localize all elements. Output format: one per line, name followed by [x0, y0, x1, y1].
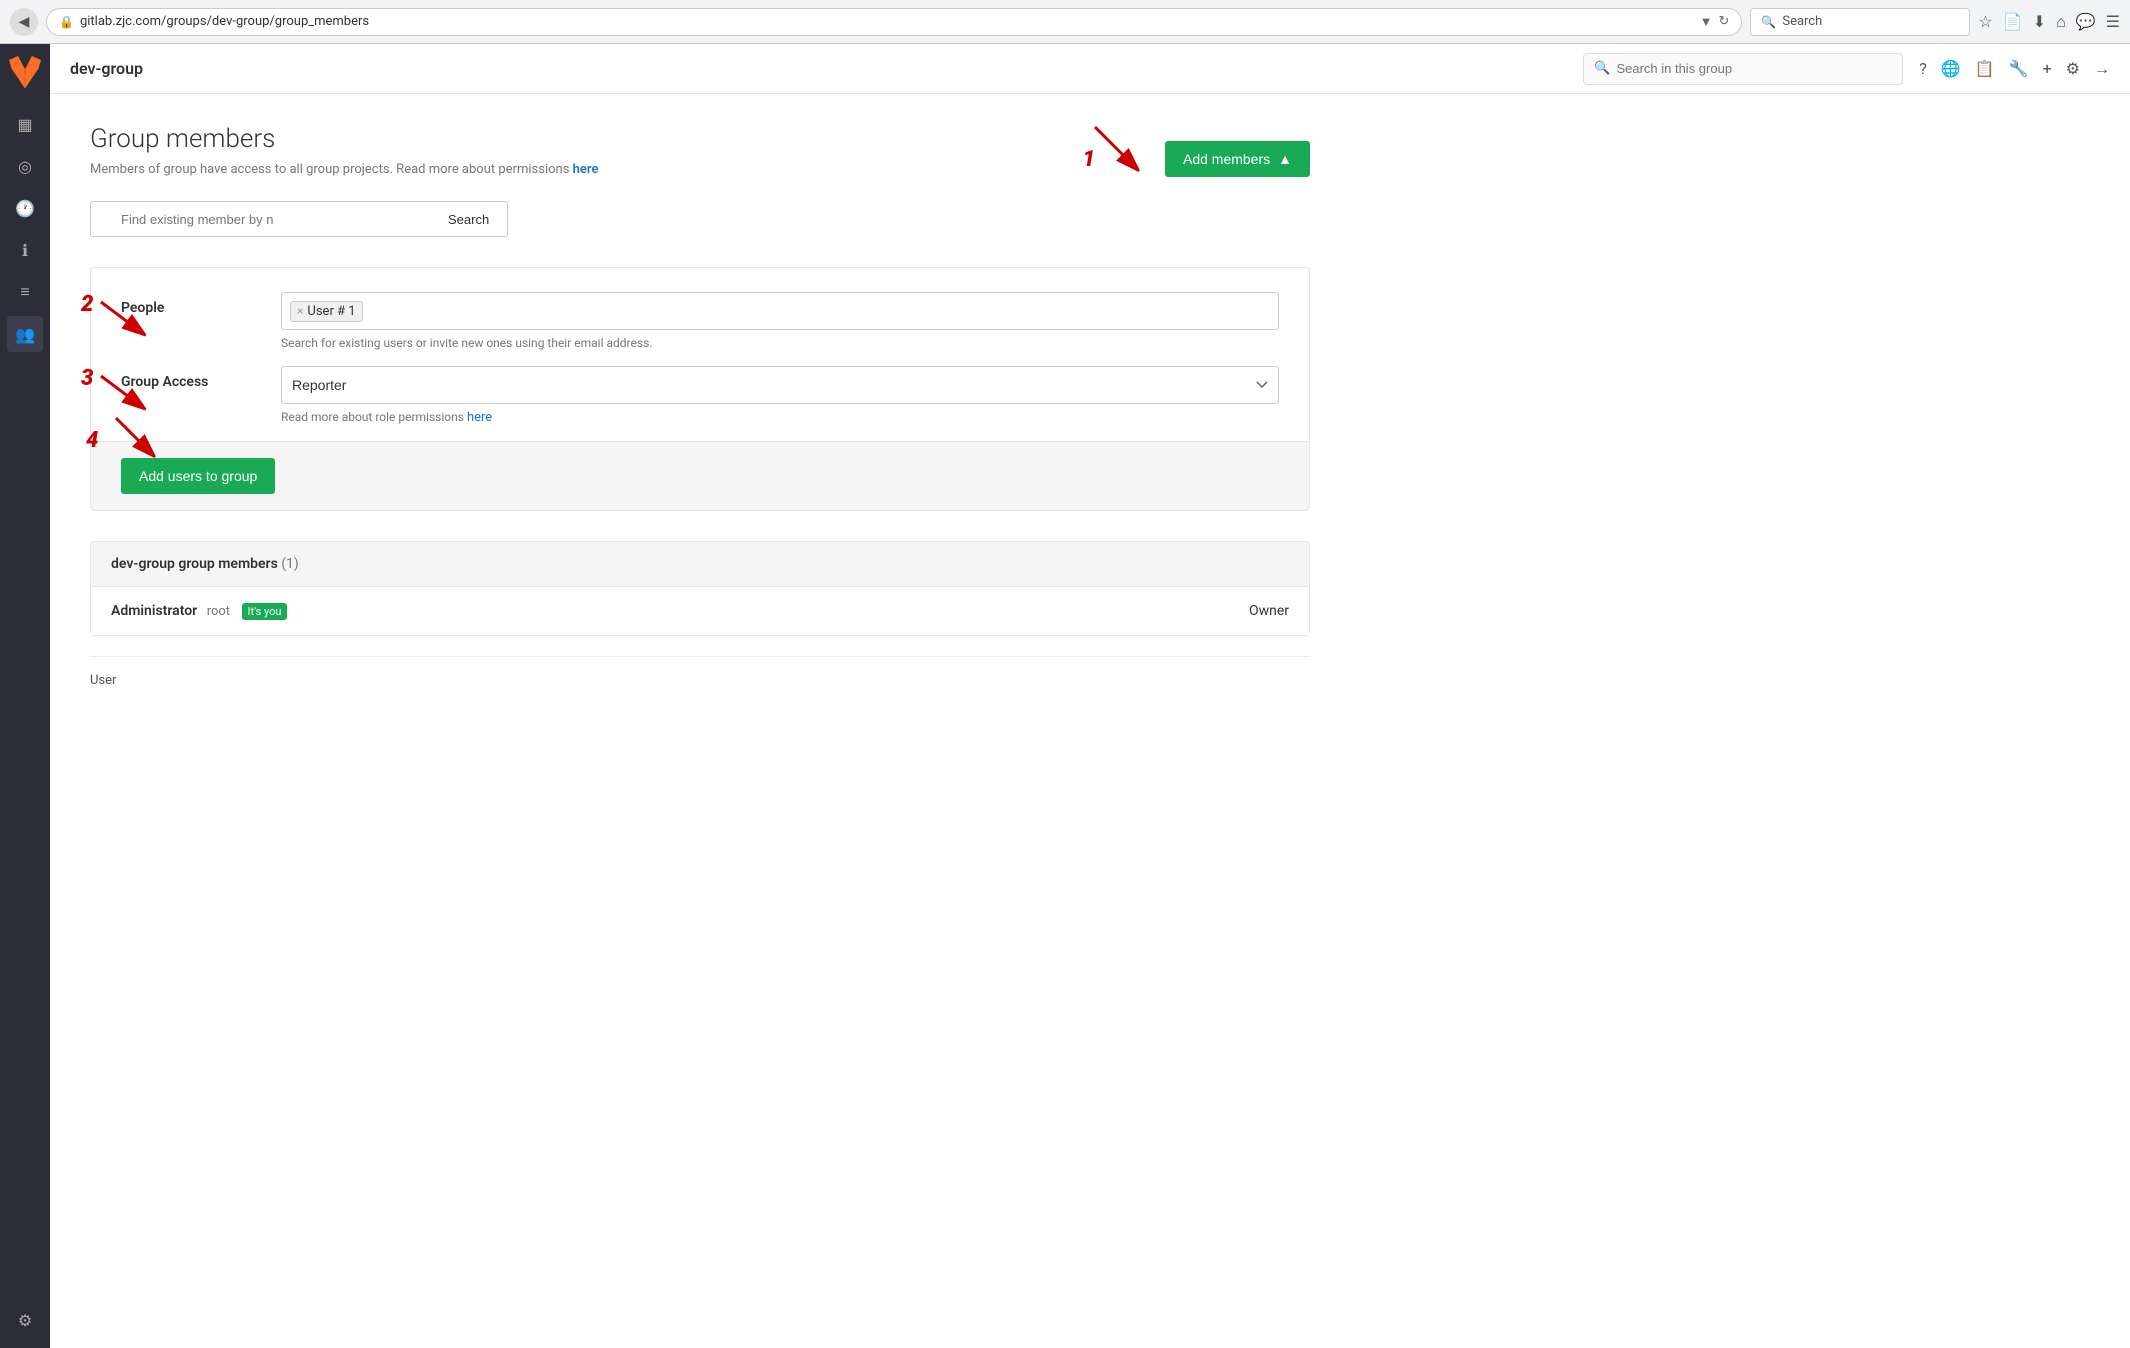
member-badge: It's you — [242, 603, 288, 620]
reading-list-icon[interactable]: 📄 — [2003, 12, 2023, 31]
search-row: 🔍 Search — [90, 201, 1310, 237]
sidebar-item-activity[interactable]: ◎ — [7, 148, 43, 184]
gear-icon[interactable]: ⚙ — [2066, 59, 2080, 78]
search-button[interactable]: Search — [430, 201, 508, 237]
sidebar-item-info[interactable]: ℹ — [7, 232, 43, 268]
browser-search-icon: 🔍 — [1761, 15, 1776, 29]
download-icon[interactable]: ⬇ — [2033, 12, 2046, 31]
annotation-2: 2 — [81, 292, 93, 317]
help-icon[interactable]: ? — [1919, 59, 1927, 78]
chevron-up-icon: ▲ — [1278, 151, 1292, 167]
sidebar: ▦ ◎ 🕐 ℹ ≡ 👥 ⚙ — [0, 44, 50, 1348]
member-role: Owner — [1249, 603, 1289, 619]
navbar-actions: ? 🌐 📋 🔧 + ⚙ → — [1919, 59, 2110, 79]
url-bar[interactable]: 🔒 gitlab.zjc.com/groups/dev-group/group_… — [46, 8, 1742, 36]
user-tag-name: User # 1 — [307, 304, 355, 319]
annotation-4: 4 — [86, 428, 98, 453]
gitlab-logo[interactable] — [7, 54, 43, 90]
signout-icon[interactable]: → — [2094, 59, 2110, 79]
access-field: Guest Reporter Developer Master Owner Re… — [281, 366, 1279, 425]
search-area: 🔍 Search 1 — [90, 201, 1310, 237]
sidebar-item-dashboard[interactable]: ▦ — [7, 106, 43, 142]
table-row: Administrator root It's you Owner — [91, 587, 1309, 635]
browser-actions: ☆ 📄 ⬇ ⌂ 💬 ☰ — [1978, 12, 2120, 32]
main-wrapper: Group members Members of group have acce… — [50, 94, 2130, 1348]
members-section-title: dev-group group members — [111, 556, 278, 572]
role-permissions-link[interactable]: here — [467, 410, 492, 425]
access-help: Read more about role permissions here — [281, 410, 1279, 425]
people-field: × User # 1 Search for existing users or … — [281, 292, 1279, 350]
member-username: root — [207, 604, 230, 619]
sidebar-item-members[interactable]: 👥 — [7, 316, 43, 352]
clipboard-icon[interactable]: 📋 — [1975, 59, 1995, 78]
members-section: dev-group group members (1) Administrato… — [90, 541, 1310, 636]
members-header: dev-group group members (1) — [91, 542, 1309, 587]
browser-search-bar[interactable]: 🔍 Search — [1750, 8, 1970, 36]
add-users-button[interactable]: Add users to group — [121, 458, 275, 494]
arrow-4 — [111, 413, 171, 463]
bookmark-icon[interactable]: ☆ — [1978, 12, 1992, 31]
navbar-brand: dev-group — [70, 59, 143, 78]
browser-chrome: ◀ 🔒 gitlab.zjc.com/groups/dev-group/grou… — [0, 0, 2130, 44]
form-action-row: 4 Add users to group — [91, 441, 1309, 510]
member-search-wrap: 🔍 — [90, 201, 430, 237]
dropdown-icon: ▼ — [1700, 14, 1713, 30]
sidebar-item-settings[interactable]: ⚙ — [7, 1302, 43, 1338]
members-count: (1) — [281, 556, 299, 572]
navbar-search[interactable]: 🔍 — [1583, 53, 1903, 85]
home-icon[interactable]: ⌂ — [2056, 12, 2066, 32]
navbar-search-input[interactable] — [1616, 61, 1892, 76]
menu-icon[interactable]: ☰ — [2106, 12, 2120, 31]
access-select[interactable]: Guest Reporter Developer Master Owner — [281, 366, 1279, 404]
add-members-area: 1 Add — [1155, 141, 1310, 177]
people-help: Search for existing users or invite new … — [281, 336, 1279, 350]
back-button[interactable]: ◀ — [10, 8, 38, 36]
member-info: Administrator root It's you — [111, 603, 287, 619]
sidebar-item-issues[interactable]: ≡ — [7, 274, 43, 310]
user-tag: × User # 1 — [290, 301, 363, 322]
arrow-1 — [1075, 122, 1155, 182]
top-navbar: dev-group 🔍 ? 🌐 📋 🔧 + ⚙ → — [50, 44, 2130, 94]
sidebar-item-milestones[interactable]: 🕐 — [7, 190, 43, 226]
navbar-search-icon: 🔍 — [1594, 61, 1610, 76]
wrench-icon[interactable]: 🔧 — [2009, 59, 2029, 78]
add-member-form: 2 People — [90, 267, 1310, 511]
chat-icon[interactable]: 💬 — [2076, 12, 2096, 31]
people-input[interactable]: × User # 1 — [281, 292, 1279, 330]
member-search-input[interactable] — [90, 201, 430, 237]
globe-icon[interactable]: 🌐 — [1941, 59, 1961, 78]
member-name: Administrator — [111, 603, 197, 619]
add-members-button[interactable]: Add members ▲ — [1165, 141, 1310, 177]
refresh-icon: ↻ — [1718, 14, 1729, 29]
user-tag-remove[interactable]: × — [297, 304, 303, 318]
access-row: Group Access Guest Reporter Developer Ma… — [121, 366, 1279, 425]
annotation-3: 3 — [81, 366, 93, 391]
permissions-link[interactable]: here — [573, 162, 599, 177]
arrow-2 — [96, 297, 156, 347]
plus-icon[interactable]: + — [2043, 59, 2052, 78]
app-layout: ▦ ◎ 🕐 ℹ ≡ 👥 ⚙ dev-group 🔍 ? 🌐 📋 🔧 + ⚙ → — [0, 44, 2130, 1348]
browser-search-text: Search — [1782, 14, 1822, 29]
footer-text: User — [90, 656, 1310, 704]
url-text: gitlab.zjc.com/groups/dev-group/group_me… — [80, 14, 369, 29]
people-row: People × User # 1 Search for existing us… — [121, 292, 1279, 350]
main-content: Group members Members of group have acce… — [50, 94, 1350, 734]
